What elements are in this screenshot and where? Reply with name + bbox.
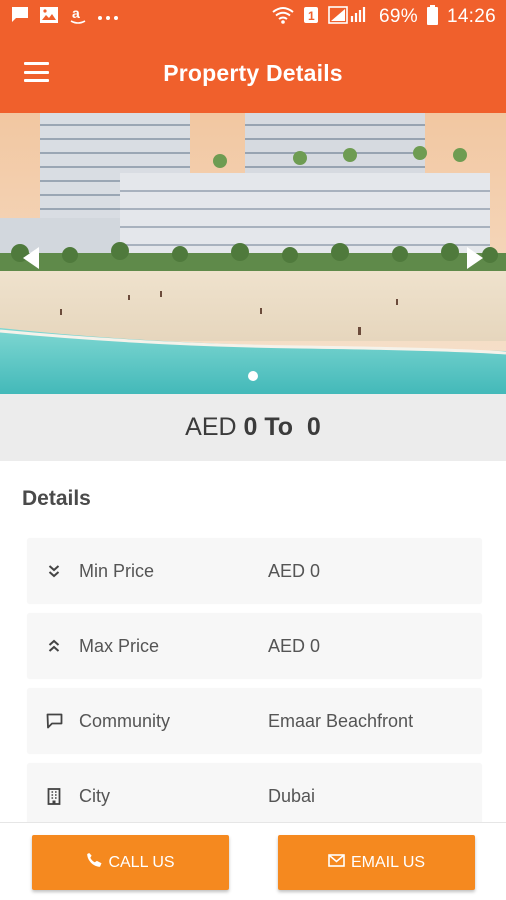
email-us-button[interactable]: EMAIL US [278,835,475,890]
detail-value: AED 0 [268,560,321,581]
detail-row-city: City Dubai [27,763,482,829]
status-bar: a 1 69% 14:26 [0,0,506,34]
svg-text:a: a [72,5,80,21]
wifi-icon [272,6,294,29]
envelope-icon [328,853,345,872]
details-list: Min Price AED 0 Max Price AED 0 Communit… [27,538,482,838]
double-chevron-up-icon [43,639,65,653]
notification-icons: a [10,5,119,30]
property-image-slider[interactable] [0,113,506,394]
previous-image-arrow-icon[interactable] [20,245,42,271]
call-us-label: CALL US [108,853,175,871]
detail-label: Min Price [79,560,155,581]
detail-value: Dubai [268,785,316,806]
next-image-arrow-icon[interactable] [464,245,486,271]
detail-label: City [79,785,110,806]
detail-label: Community [79,710,171,731]
price-max: 0 [299,413,321,441]
detail-row-max-price: Max Price AED 0 [27,613,482,679]
details-heading: Details [22,487,91,510]
detail-value: AED 0 [268,635,321,656]
price-range: AED 0 To 0 [0,394,506,461]
building-icon [43,787,65,805]
chat-icon [10,6,30,29]
detail-label: Max Price [79,635,160,656]
app-bar: Property Details [0,34,506,113]
hamburger-menu-icon[interactable] [24,62,49,82]
double-chevron-down-icon [43,564,65,578]
gallery-icon [39,6,59,29]
bottom-action-bar: CALL US EMAIL US [0,822,506,900]
battery-icon [426,4,438,30]
price-prefix: AED [185,413,244,441]
detail-row-community: Community Emaar Beachfront [27,688,482,754]
system-icons: 1 69% 14:26 [272,4,496,30]
phone-icon [86,852,102,873]
notification-badge-icon: 1 [303,6,319,29]
battery-percentage: 69% [379,6,418,27]
email-us-label: EMAIL US [350,853,426,871]
signal-icon [328,5,370,30]
chat-bubble-icon [43,713,65,729]
call-us-button[interactable]: CALL US [32,835,229,890]
page-title: Property Details [163,60,343,86]
detail-row-min-price: Min Price AED 0 [27,538,482,604]
clock: 14:26 [446,6,496,27]
slider-pagination-dot[interactable] [248,371,258,381]
price-separator: To [257,413,300,441]
price-min: 0 [243,413,258,441]
property-image [0,113,506,394]
detail-value: Emaar Beachfront [268,710,414,731]
more-dots-icon [97,8,119,26]
svg-text:1: 1 [308,9,315,23]
amazon-icon: a [68,5,88,30]
